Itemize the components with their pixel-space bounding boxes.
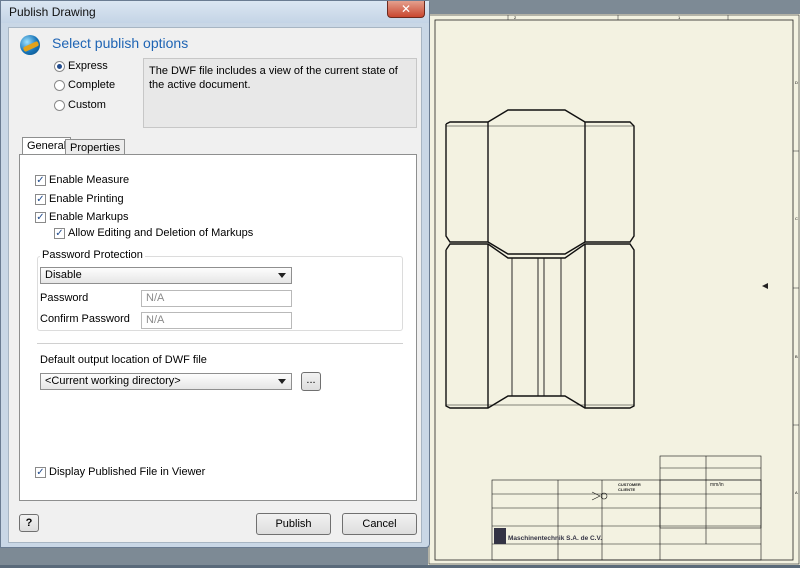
company-logo xyxy=(494,528,506,544)
publish-drawing-dialog: Publish Drawing ✕ Select publish options… xyxy=(0,0,430,548)
enable-printing-checkbox[interactable]: ✓ xyxy=(35,194,46,205)
help-button[interactable]: ? xyxy=(19,514,39,532)
dialog-titlebar[interactable]: Publish Drawing ✕ xyxy=(1,1,429,23)
dialog-client: Select publish options Express Complete … xyxy=(8,27,422,543)
radio-complete-label[interactable]: Complete xyxy=(68,79,115,91)
allow-editing-checkbox[interactable]: ✓ xyxy=(54,228,65,239)
grid-label-right-b: B xyxy=(795,354,798,359)
general-tab-panel: ✓ Enable Measure ✓ Enable Printing ✓ Ena… xyxy=(19,154,417,501)
output-location-select[interactable]: <Current working directory> xyxy=(40,373,292,390)
tab-general-label: General xyxy=(27,140,67,152)
output-location-label: Default output location of DWF file xyxy=(40,354,207,366)
part-lower-view xyxy=(445,243,635,409)
grid-label-right-a: A xyxy=(795,490,798,495)
enable-markups-label[interactable]: Enable Markups xyxy=(49,211,129,223)
description-box: The DWF file includes a view of the curr… xyxy=(143,58,417,128)
grid-label-right-c: C xyxy=(795,216,798,221)
password-field[interactable]: N/A xyxy=(141,290,292,307)
chevron-down-icon xyxy=(278,273,286,278)
cliente-label: CLIENTE xyxy=(618,487,635,492)
close-button[interactable]: ✕ xyxy=(387,1,425,18)
confirm-password-field[interactable]: N/A xyxy=(141,312,292,329)
drawing-sheet: 2 1 D C B A Maschinentechnik S.A. de C.V… xyxy=(428,14,800,565)
enable-measure-checkbox[interactable]: ✓ xyxy=(35,175,46,186)
enable-measure-label[interactable]: Enable Measure xyxy=(49,174,129,186)
grid-label-right-d: D xyxy=(795,80,798,85)
radio-express[interactable] xyxy=(54,61,65,72)
chevron-down-icon xyxy=(278,379,286,384)
password-mode-value: Disable xyxy=(45,269,82,281)
password-mode-select[interactable]: Disable xyxy=(40,267,292,284)
close-icon: ✕ xyxy=(400,2,412,16)
enable-printing-label[interactable]: Enable Printing xyxy=(49,193,124,205)
radio-complete[interactable] xyxy=(54,80,65,91)
separator xyxy=(37,343,403,344)
publish-button[interactable]: Publish xyxy=(256,513,331,535)
confirm-password-label: Confirm Password xyxy=(40,313,130,325)
part-upper-view xyxy=(445,109,635,255)
units-label: mm/in xyxy=(710,482,724,488)
cancel-button[interactable]: Cancel xyxy=(342,513,417,535)
browse-button[interactable]: ... xyxy=(301,372,321,391)
display-in-viewer-checkbox[interactable]: ✓ xyxy=(35,467,46,478)
section-title: Select publish options xyxy=(52,35,189,51)
radio-custom-label[interactable]: Custom xyxy=(68,99,106,111)
radio-express-label[interactable]: Express xyxy=(68,60,108,72)
drawing-svg: 2 1 D C B A Maschinentechnik S.A. de C.V… xyxy=(428,14,800,565)
globe-icon xyxy=(20,35,40,55)
tab-properties-label: Properties xyxy=(70,142,121,154)
enable-markups-checkbox[interactable]: ✓ xyxy=(35,212,46,223)
help-icon: ? xyxy=(25,517,33,529)
allow-editing-label[interactable]: Allow Editing and Deletion of Markups xyxy=(68,227,253,239)
radio-custom[interactable] xyxy=(54,100,65,111)
dialog-title: Publish Drawing xyxy=(9,5,96,19)
output-location-value: <Current working directory> xyxy=(45,375,181,387)
company-name: Maschinentechnik S.A. de C.V. xyxy=(508,535,602,542)
grid-label-top-1: 2 xyxy=(514,15,517,20)
grid-label-top-2: 1 xyxy=(678,15,681,20)
title-block xyxy=(491,455,762,561)
password-protection-label: Password Protection xyxy=(40,249,145,261)
display-in-viewer-label[interactable]: Display Published File in Viewer xyxy=(49,466,205,478)
password-label: Password xyxy=(40,292,89,304)
